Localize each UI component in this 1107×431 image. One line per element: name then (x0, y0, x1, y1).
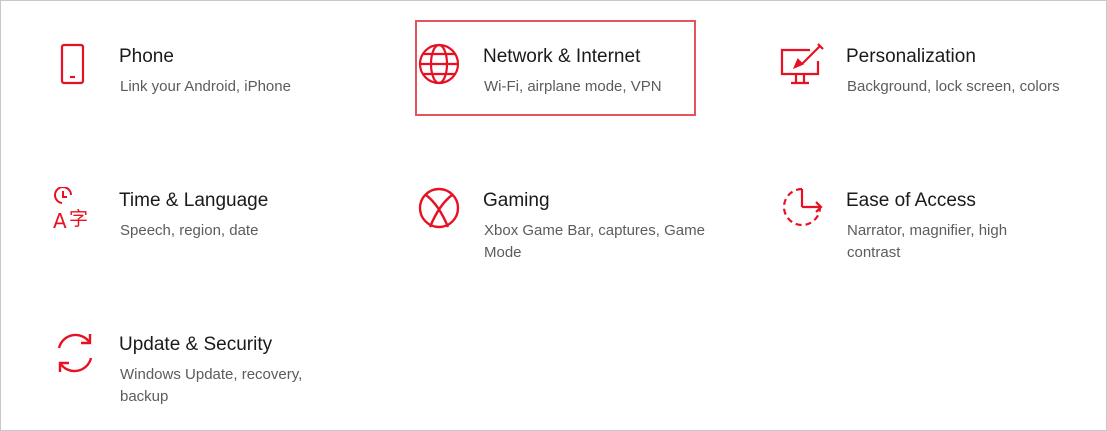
tile-description: Windows Update, recovery, backup (120, 366, 303, 405)
selection-highlight (415, 20, 696, 116)
time-language-icon: A 字 (53, 187, 99, 233)
tile-description: Xbox Game Bar, captures, Game Mode (484, 222, 705, 261)
tile-gaming[interactable]: Gaming Xbox Game Bar, captures, Game Mod… (417, 187, 717, 267)
ease-of-access-icon (780, 187, 826, 233)
personalization-icon (780, 43, 826, 89)
tile-title: Update & Security (119, 334, 273, 355)
settings-grid: Phone Link your Android, iPhone Network … (0, 0, 1107, 431)
tile-personalization[interactable]: Personalization Background, lock screen,… (780, 43, 1090, 113)
tile-description: Background, lock screen, colors (847, 78, 1060, 95)
tile-title: Gaming (483, 190, 550, 211)
tile-title: Personalization (846, 46, 976, 67)
tile-update-security[interactable]: Update & Security Windows Update, recove… (53, 331, 353, 411)
svg-text:A: A (53, 209, 67, 233)
tile-description: Link your Android, iPhone (120, 78, 291, 95)
tile-description: Speech, region, date (120, 222, 259, 239)
tile-description: Narrator, magnifier, high contrast (847, 222, 1008, 261)
xbox-icon (417, 187, 463, 233)
tile-time-language[interactable]: A 字 Time & Language Speech, region, date (53, 187, 353, 257)
update-security-icon (53, 331, 99, 377)
tile-title: Time & Language (119, 190, 269, 211)
tile-title: Ease of Access (846, 190, 976, 211)
tile-phone[interactable]: Phone Link your Android, iPhone (53, 43, 353, 113)
tile-ease-of-access[interactable]: Ease of Access Narrator, magnifier, high… (780, 187, 1080, 267)
svg-text:字: 字 (69, 208, 88, 230)
tile-title: Phone (119, 46, 174, 67)
phone-icon (53, 43, 99, 89)
